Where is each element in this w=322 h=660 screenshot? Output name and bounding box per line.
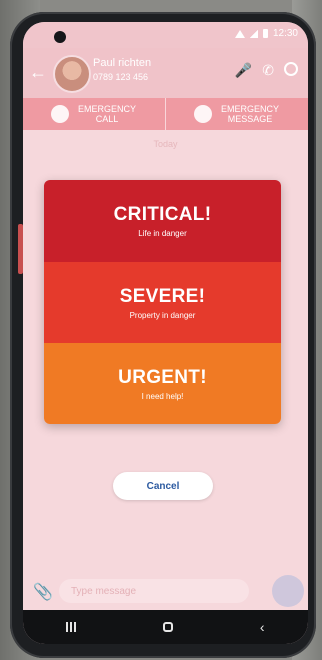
urgent-title: URGENT! bbox=[118, 366, 207, 388]
wifi-icon bbox=[234, 29, 245, 38]
contact-name: Paul richten bbox=[93, 57, 152, 69]
phone-screen: 12:30 ← Paul richten 0789 123 456 🎤 ✆ EM… bbox=[23, 22, 308, 644]
status-icons: 12:30 bbox=[234, 28, 298, 39]
message-plus-icon bbox=[194, 105, 212, 123]
message-composer: 📎 Type message bbox=[23, 574, 308, 610]
globe-icon[interactable] bbox=[284, 62, 298, 76]
signal-icon bbox=[249, 29, 258, 38]
phone-icon[interactable]: ✆ bbox=[262, 62, 274, 79]
front-camera bbox=[54, 31, 66, 43]
emergency-call-label: EMERGENCY CALL bbox=[77, 104, 136, 124]
cancel-button[interactable]: Cancel bbox=[113, 472, 213, 500]
urgent-subtitle: I need help! bbox=[141, 391, 184, 401]
critical-option[interactable]: CRITICAL! Life in danger bbox=[44, 180, 281, 262]
status-bar: 12:30 bbox=[23, 22, 308, 48]
emergency-call-button[interactable]: EMERGENCY CALL bbox=[23, 98, 165, 130]
chat-header: ← Paul richten 0789 123 456 🎤 ✆ bbox=[23, 48, 308, 98]
emergency-bar: EMERGENCY CALL EMERGENCY MESSAGE bbox=[23, 98, 308, 130]
status-time: 12:30 bbox=[272, 28, 298, 39]
avatar[interactable] bbox=[53, 55, 91, 93]
emergency-message-button[interactable]: EMERGENCY MESSAGE bbox=[165, 98, 308, 130]
message-input[interactable]: Type message bbox=[59, 579, 249, 603]
recents-icon[interactable] bbox=[66, 622, 77, 632]
severe-option[interactable]: SEVERE! Property in danger bbox=[44, 262, 281, 343]
back-arrow-icon[interactable]: ← bbox=[29, 62, 47, 83]
critical-title: CRITICAL! bbox=[113, 204, 212, 225]
emergency-message-label: EMERGENCY MESSAGE bbox=[220, 104, 279, 124]
date-separator: Today bbox=[153, 139, 178, 149]
severe-subtitle: Property in danger bbox=[129, 310, 196, 320]
battery-icon bbox=[262, 29, 268, 38]
severe-title: SEVERE! bbox=[119, 285, 206, 307]
severity-dialog: CRITICAL! Life in danger SEVERE! Propert… bbox=[44, 180, 281, 424]
voice-record-button[interactable] bbox=[272, 575, 304, 607]
home-icon[interactable] bbox=[163, 622, 174, 632]
critical-subtitle: Life in danger bbox=[138, 229, 187, 238]
android-nav-bar: ‹ bbox=[23, 610, 308, 644]
header-actions: 🎤 ✆ bbox=[235, 62, 298, 79]
urgent-option[interactable]: URGENT! I need help! bbox=[44, 343, 281, 424]
paperclip-icon[interactable]: 📎 bbox=[33, 582, 53, 602]
contact-phone: 0789 123 456 bbox=[93, 72, 149, 82]
back-icon[interactable]: ‹ bbox=[260, 619, 265, 635]
microphone-icon[interactable]: 🎤 bbox=[235, 62, 252, 79]
phone-icon bbox=[51, 105, 69, 123]
